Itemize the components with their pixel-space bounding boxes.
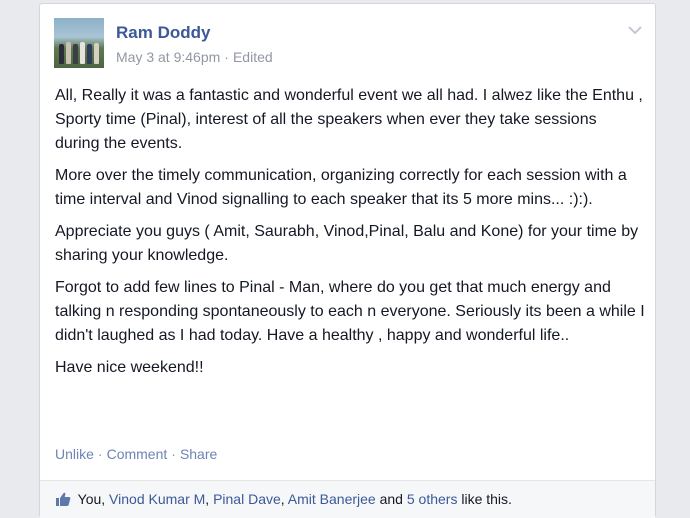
avatar-figure bbox=[87, 44, 92, 64]
share-link[interactable]: Share bbox=[180, 446, 217, 462]
action-separator: · bbox=[97, 446, 103, 462]
likes-bar: You, Vinod Kumar M, Pinal Dave, Amit Ban… bbox=[40, 480, 655, 518]
post-paragraph: Appreciate you guys ( Amit, Saurabh, Vin… bbox=[55, 223, 639, 264]
post-paragraph: All, Really it was a fantastic and wonde… bbox=[55, 87, 643, 152]
chevron-down-icon[interactable] bbox=[628, 22, 642, 35]
avatar[interactable] bbox=[54, 18, 104, 68]
likes-suffix: like this. bbox=[461, 491, 512, 507]
likes-you: You, bbox=[77, 491, 106, 507]
action-separator: · bbox=[171, 446, 176, 462]
liker-link[interactable]: Amit Banerjee bbox=[288, 491, 376, 507]
avatar-figure bbox=[80, 42, 85, 64]
thumbs-up-icon bbox=[55, 491, 71, 507]
avatar-figure bbox=[94, 43, 99, 64]
meta-separator: · bbox=[224, 49, 229, 65]
post-paragraph: Forgot to add few lines to Pinal - Man, … bbox=[55, 279, 645, 344]
likes-comma: , bbox=[205, 491, 210, 507]
post-body: All, Really it was a fantastic and wonde… bbox=[55, 84, 645, 388]
unlike-link[interactable]: Unlike bbox=[55, 446, 94, 462]
post-meta: May 3 at 9:46pm · Edited bbox=[116, 49, 273, 65]
liker-link[interactable]: Pinal Dave bbox=[213, 491, 281, 507]
avatar-figure bbox=[73, 44, 78, 64]
avatar-figure bbox=[66, 42, 71, 64]
likes-comma: , bbox=[280, 491, 285, 507]
post-actions: Unlike · Comment · Share bbox=[55, 446, 217, 462]
author-name[interactable]: Ram Doddy bbox=[116, 23, 210, 43]
post-paragraph: More over the timely communication, orga… bbox=[55, 167, 627, 208]
likes-and: and bbox=[379, 491, 403, 507]
others-link[interactable]: 5 others bbox=[407, 491, 458, 507]
likes-summary: You, Vinod Kumar M, Pinal Dave, Amit Ban… bbox=[55, 491, 512, 507]
post-paragraph: Have nice weekend!! bbox=[55, 359, 204, 376]
edited-label[interactable]: Edited bbox=[233, 49, 273, 65]
avatar-figure bbox=[59, 44, 64, 64]
liker-link[interactable]: Vinod Kumar M bbox=[109, 491, 205, 507]
comment-link[interactable]: Comment bbox=[107, 446, 168, 462]
timestamp[interactable]: May 3 at 9:46pm bbox=[116, 49, 220, 65]
post-card: Ram Doddy May 3 at 9:46pm · Edited All, Re… bbox=[39, 3, 656, 518]
